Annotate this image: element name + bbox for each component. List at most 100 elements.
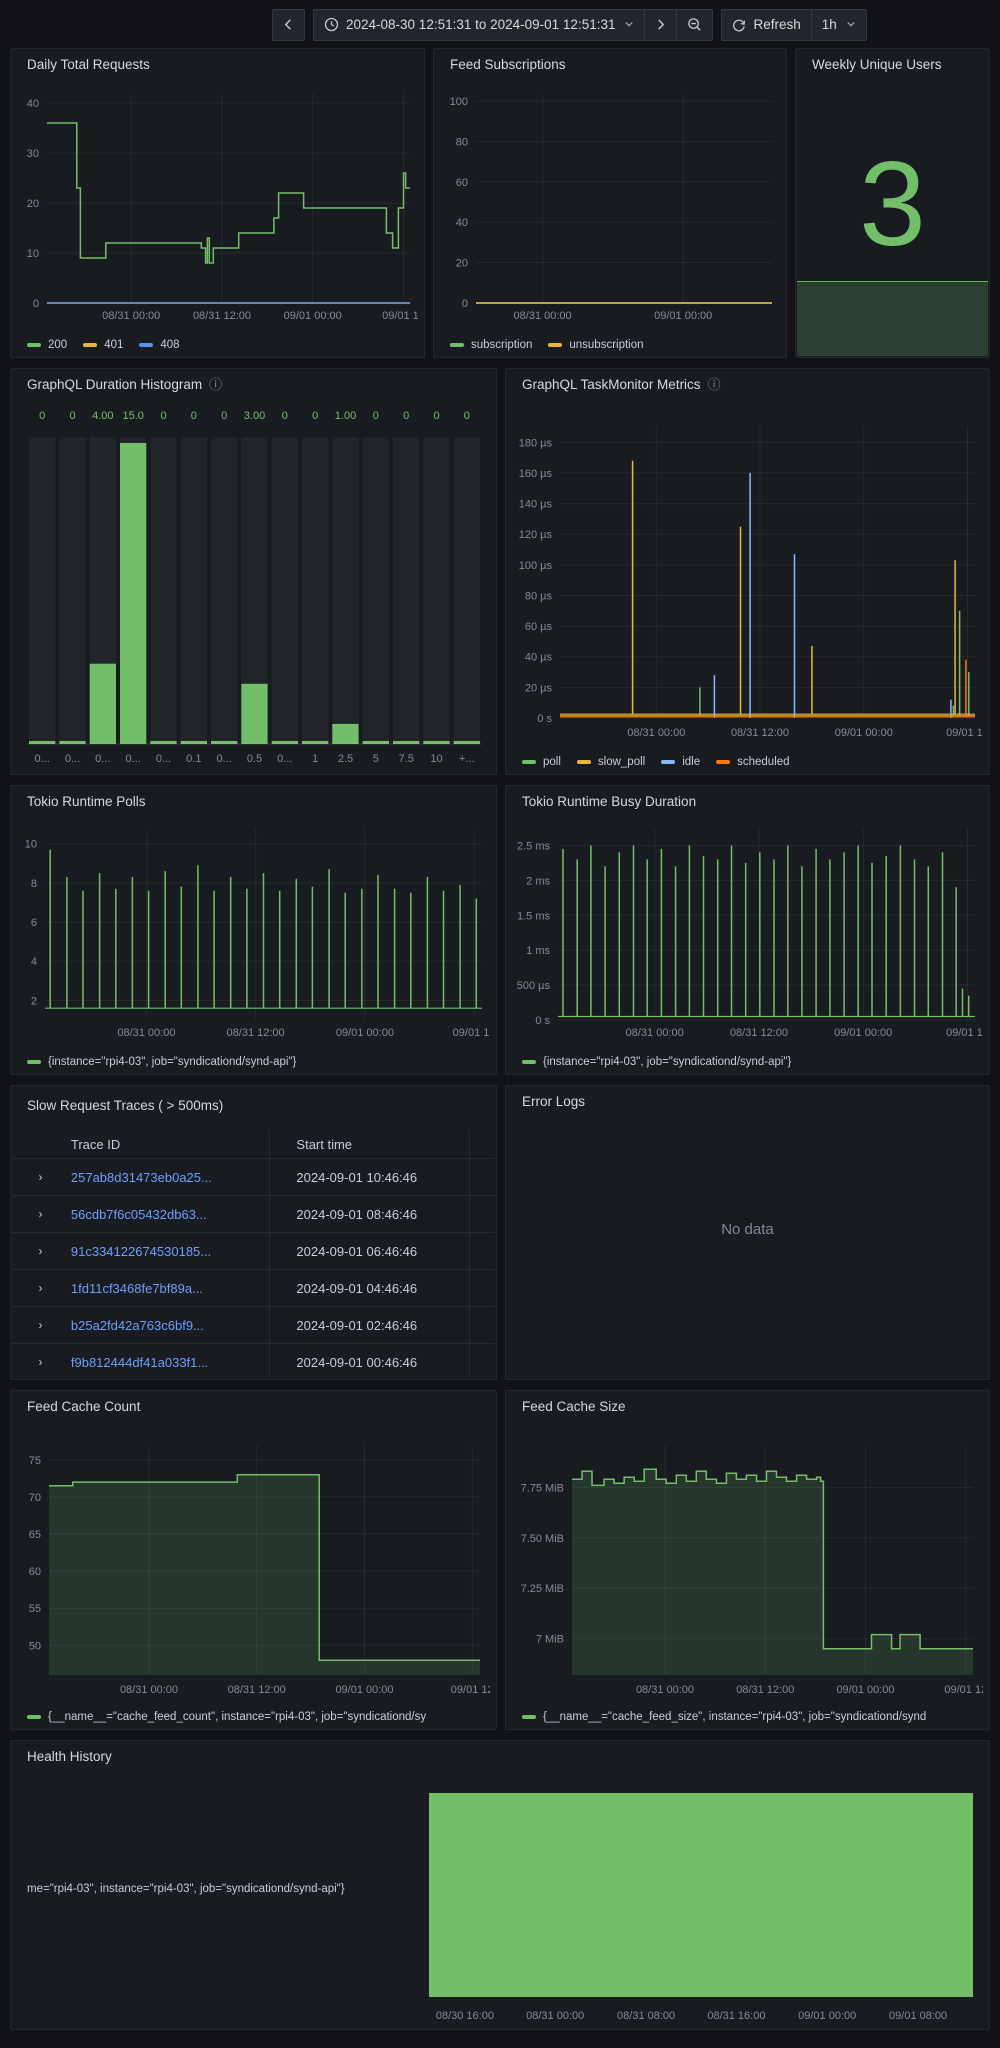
info-icon[interactable]: ⓘ [708, 378, 721, 391]
tokio-runtime-busy-chart[interactable]: 0 s 500 µs 1 ms 1.5 ms 2 ms 2.5 ms 08/31 00:00… [514, 816, 983, 1042]
stat-sparkline [797, 281, 988, 356]
svg-text:09/01 00:00: 09/01 00:00 [834, 1027, 892, 1039]
legend-series-label: poll [543, 756, 561, 768]
trace-id-link[interactable]: f9b812444df41a033f1... [69, 1355, 284, 1370]
legend-item[interactable]: 408 [139, 339, 180, 351]
panel-title: Feed Cache Size [522, 1398, 626, 1414]
panel-header[interactable]: Daily Total Requests [11, 49, 424, 79]
panel-title: Feed Subscriptions [450, 56, 566, 72]
svg-text:80 µs: 80 µs [525, 591, 553, 603]
extra-cell: s [483, 1244, 495, 1259]
svg-text:0...: 0... [217, 753, 232, 765]
refresh-button[interactable]: Refresh [721, 8, 811, 41]
column-header-trace-id[interactable]: Trace ID [69, 1137, 284, 1152]
feed-cache-count-chart[interactable]: 50 55 60 65 70 75 08/31 00:00 08/31 12:00 09/01 … [19, 1421, 490, 1699]
chart-legend: {instance="rpi4-03", job="syndicationd/s… [522, 1056, 981, 1068]
legend-item[interactable]: {instance="rpi4-03", job="syndicationd/s… [522, 1056, 791, 1068]
panel-error-logs: Error Logs No data [505, 1085, 990, 1380]
legend-item[interactable]: idle [661, 756, 700, 768]
legend-item[interactable]: poll [522, 756, 561, 768]
legend-item[interactable]: {instance="rpi4-03", job="syndicationd/s… [27, 1056, 296, 1068]
panel-title: Tokio Runtime Busy Duration [522, 793, 697, 809]
trace-id-link[interactable]: 56cdb7f6c05432db63... [69, 1207, 284, 1222]
legend-series-color [716, 760, 731, 764]
row-expand-chevron-icon[interactable]: › [38, 1281, 42, 1295]
health-history-chart[interactable]: 08/30 16:00 08/31 00:00 08/31 08:00 08/31 1… [411, 1775, 983, 2027]
trace-id-link[interactable]: 257ab8d31473eb0a25... [69, 1170, 284, 1185]
legend-item[interactable]: slow_poll [576, 756, 645, 768]
svg-text:180 µs: 180 µs [519, 437, 553, 449]
svg-text:20 µs: 20 µs [525, 682, 553, 694]
row-expand-chevron-icon[interactable]: › [38, 1355, 42, 1369]
panel-header[interactable]: Weekly Unique Users [796, 49, 989, 79]
feed-cache-size-chart[interactable]: 7 MiB 7.25 MiB 7.50 MiB 7.75 MiB 08/31 00:00… [514, 1421, 983, 1699]
svg-text:1.00: 1.00 [335, 410, 356, 422]
trace-id-link[interactable]: 91c334122674530185... [69, 1244, 284, 1259]
traces-table: Trace IDStart timeS › 257ab8d31473eb0a25..… [12, 1130, 495, 1378]
svg-text:0 s: 0 s [537, 713, 552, 725]
svg-text:08/31 08:00: 08/31 08:00 [617, 2010, 675, 2022]
daily-total-requests-chart[interactable]: 0 10 20 30 40 08/31 00:00 08/31 12:00 09/01 00:… [19, 79, 418, 325]
svg-text:30: 30 [27, 148, 39, 160]
row-expand-chevron-icon[interactable]: › [38, 1207, 42, 1221]
clock-icon [324, 17, 339, 32]
legend-item[interactable]: subscription [450, 339, 532, 351]
legend-series-label: scheduled [737, 756, 790, 768]
panel-header[interactable]: Feed Cache Count [11, 1391, 496, 1421]
row-expand-chevron-icon[interactable]: › [38, 1244, 42, 1258]
table-row: › 1fd11cf3468fe7bf89a... 2024-09-01 04:46:… [12, 1269, 495, 1306]
zoom-out-button[interactable] [676, 8, 714, 41]
trace-id-link[interactable]: b25a2fd42a763c6bf9... [69, 1318, 284, 1333]
legend-item[interactable]: 200 [27, 339, 67, 351]
svg-text:0: 0 [39, 410, 45, 422]
svg-text:120 µs: 120 µs [519, 529, 553, 541]
panel-header[interactable]: Feed Subscriptions [434, 49, 786, 79]
chart-legend: poll slow_poll idle scheduled [522, 756, 981, 768]
legend-item[interactable]: 401 [83, 339, 123, 351]
panel-title: Feed Cache Count [27, 1398, 141, 1414]
panel-health-history: Health History me="rpi4-03", instance="r… [10, 1740, 990, 2030]
graphql-taskmonitor-chart[interactable]: 0 s 20 µs 40 µs 60 µs 80 µs 100 µs 120 µs 140 µ… [514, 399, 983, 742]
panel-title: GraphQL TaskMonitor Metrics [522, 376, 701, 392]
row-expand-chevron-icon[interactable]: › [38, 1318, 42, 1332]
legend-item[interactable]: {__name__="cache_feed_size", instance="r… [522, 1711, 926, 1723]
time-range-picker-button[interactable]: 2024-08-30 12:51:31 to 2024-09-01 12:51:… [313, 8, 645, 41]
panel-title: Slow Request Traces ( > 500ms) [27, 1097, 224, 1113]
panel-header[interactable]: Slow Request Traces ( > 500ms) [11, 1086, 496, 1124]
legend-series-color [139, 343, 154, 347]
legend-item[interactable]: {__name__="cache_feed_count", instance="… [27, 1711, 426, 1723]
svg-text:08/31 00:00: 08/31 00:00 [526, 2010, 584, 2022]
graphql-duration-histogram-chart[interactable]: 0 0... 0 0... 4.00 0... 15.0 0... 0 0... 0 0.1 0 0...… [19, 399, 490, 770]
column-header-extra[interactable]: S [483, 1137, 495, 1152]
svg-text:0: 0 [373, 410, 379, 422]
svg-text:0: 0 [221, 410, 227, 422]
svg-text:60: 60 [456, 177, 468, 189]
row-expand-chevron-icon[interactable]: › [38, 1170, 42, 1184]
panel-header[interactable]: GraphQL Duration Histogram ⓘ [11, 369, 496, 399]
panel-header[interactable]: Tokio Runtime Busy Duration [506, 786, 989, 816]
panel-header[interactable]: Error Logs [506, 1086, 989, 1116]
panel-header[interactable]: Feed Cache Size [506, 1391, 989, 1421]
svg-text:0...: 0... [95, 753, 110, 765]
panel-header[interactable]: GraphQL TaskMonitor Metrics ⓘ [506, 369, 989, 399]
trace-id-link[interactable]: 1fd11cf3468fe7bf89a... [69, 1281, 284, 1296]
stat-value: 3 [859, 137, 926, 271]
legend-series-color [27, 343, 41, 347]
info-icon[interactable]: ⓘ [209, 378, 222, 391]
time-shift-back-button[interactable] [272, 8, 305, 41]
svg-text:1 ms: 1 ms [526, 945, 550, 957]
column-header-start-time[interactable]: Start time [283, 1137, 483, 1152]
panel-header[interactable]: Health History [11, 1741, 989, 1771]
legend-item[interactable]: scheduled [716, 756, 790, 768]
refresh-interval-dropdown[interactable]: 1h [810, 8, 867, 41]
tokio-runtime-polls-chart[interactable]: 2 4 6 8 10 08/31 00:00 08/31 12:00 09/01 00:00 0… [19, 816, 490, 1042]
svg-text:0: 0 [403, 410, 409, 422]
time-shift-forward-button[interactable] [644, 8, 677, 41]
svg-text:55: 55 [29, 1603, 41, 1615]
table-row: › 91c334122674530185... 2024-09-01 06:46:4… [12, 1232, 495, 1269]
legend-item[interactable]: unsubscription [548, 339, 644, 351]
legend-series-color [576, 760, 591, 764]
panel-header[interactable]: Tokio Runtime Polls [11, 786, 496, 816]
feed-subscriptions-chart[interactable]: 0 20 40 60 80 100 08/31 00:00 09/01 00:00 [442, 79, 780, 325]
table-row: › f9b812444df41a033f1... 2024-09-01 00:46:… [12, 1343, 495, 1379]
